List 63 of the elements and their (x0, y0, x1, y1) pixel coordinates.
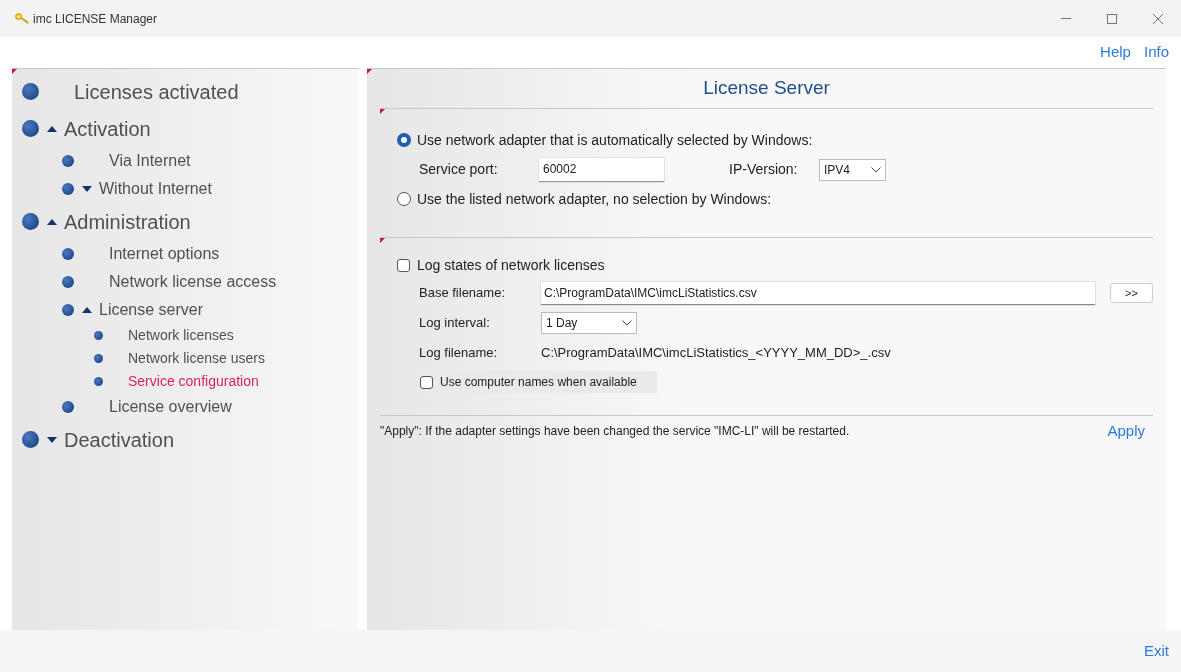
field-label: Base filename: (419, 284, 506, 303)
bullet-icon (62, 276, 74, 288)
panel-title: License Server (703, 76, 830, 101)
nav-item[interactable]: Internet options (109, 242, 220, 266)
nav-item[interactable]: License server (99, 298, 204, 322)
nav-item[interactable]: Via Internet (109, 149, 191, 173)
bullet-icon (22, 213, 39, 230)
bullet-icon (22, 431, 39, 448)
nav-item[interactable]: Network license users (128, 348, 265, 369)
minimize-icon (1061, 18, 1071, 19)
input-field[interactable]: 60002 (539, 157, 664, 182)
option-label: Use network adapter that is automatically selected by Windows: (417, 130, 813, 150)
bullet-icon (62, 304, 74, 316)
log-filename: C:\ProgramData\IMC\imcLiStatistics_<YYYY_MM_DD>_.csv (541, 344, 891, 363)
browse-button[interactable]: >> (1110, 283, 1153, 303)
top-link[interactable]: Help (1100, 41, 1131, 64)
apply-link[interactable]: Apply (1107, 419, 1145, 443)
bullet-icon (94, 331, 103, 340)
bullet-icon (62, 155, 74, 167)
bullet-icon (62, 401, 74, 413)
bullet-icon (62, 183, 74, 195)
nav-item[interactable]: License overview (109, 395, 232, 419)
collapse-caret-icon[interactable] (81, 307, 92, 313)
field-label: Service port: (419, 160, 499, 179)
option-label: Use the listed network adapter, no selection by Windows: (417, 189, 772, 209)
checkbox[interactable] (420, 375, 433, 389)
close-icon (1153, 13, 1163, 24)
field-label: Log interval: (419, 314, 491, 333)
nav-item[interactable]: Without Internet (99, 177, 212, 201)
radio-button[interactable] (397, 133, 411, 147)
checkbox-label: Use computer names when available (440, 374, 637, 391)
dropdown[interactable]: IPV4 (819, 158, 886, 181)
chevron-down-icon (622, 320, 632, 326)
chevron-down-icon (871, 166, 881, 173)
key-icon (14, 11, 30, 26)
expand-caret-icon[interactable] (46, 436, 57, 443)
collapse-caret-icon[interactable] (46, 125, 57, 132)
top-link[interactable]: Info (1143, 41, 1169, 64)
dropdown[interactable]: 1 Day (541, 312, 637, 334)
bullet-icon (94, 377, 103, 386)
expand-caret-icon[interactable] (81, 186, 92, 192)
collapse-caret-icon[interactable] (46, 218, 57, 225)
nav-item[interactable]: Service configuration (128, 371, 259, 392)
input-field[interactable]: C:\ProgramData\IMC\imcLiStatistics.csv (541, 281, 1095, 305)
exit-link[interactable]: Exit (1144, 639, 1169, 662)
field-label: Log filename: (419, 344, 499, 363)
nav-item[interactable]: Licenses activated (74, 76, 239, 107)
bullet-icon (94, 354, 103, 363)
apply-note: "Apply": If the adapter settings have been changed the service "IMC-LI" will be restarted. (380, 423, 850, 440)
bullet-icon (22, 83, 39, 100)
nav-item[interactable]: Deactivation (64, 424, 175, 455)
nav-item[interactable]: Activation (64, 113, 151, 144)
maximize-icon (1107, 13, 1117, 24)
checkbox-label: Log states of network licenses (417, 255, 605, 275)
nav-item[interactable]: Network licenses (128, 325, 234, 346)
checkbox[interactable] (397, 258, 410, 272)
window-title: imc LICENSE Manager (33, 10, 158, 28)
nav-item[interactable]: Network license access (109, 270, 277, 294)
nav-item[interactable]: Administration (64, 206, 191, 237)
bullet-icon (62, 248, 74, 260)
bullet-icon (22, 120, 39, 137)
field-label: IP-Version: (729, 160, 799, 179)
radio-button[interactable] (397, 192, 411, 206)
